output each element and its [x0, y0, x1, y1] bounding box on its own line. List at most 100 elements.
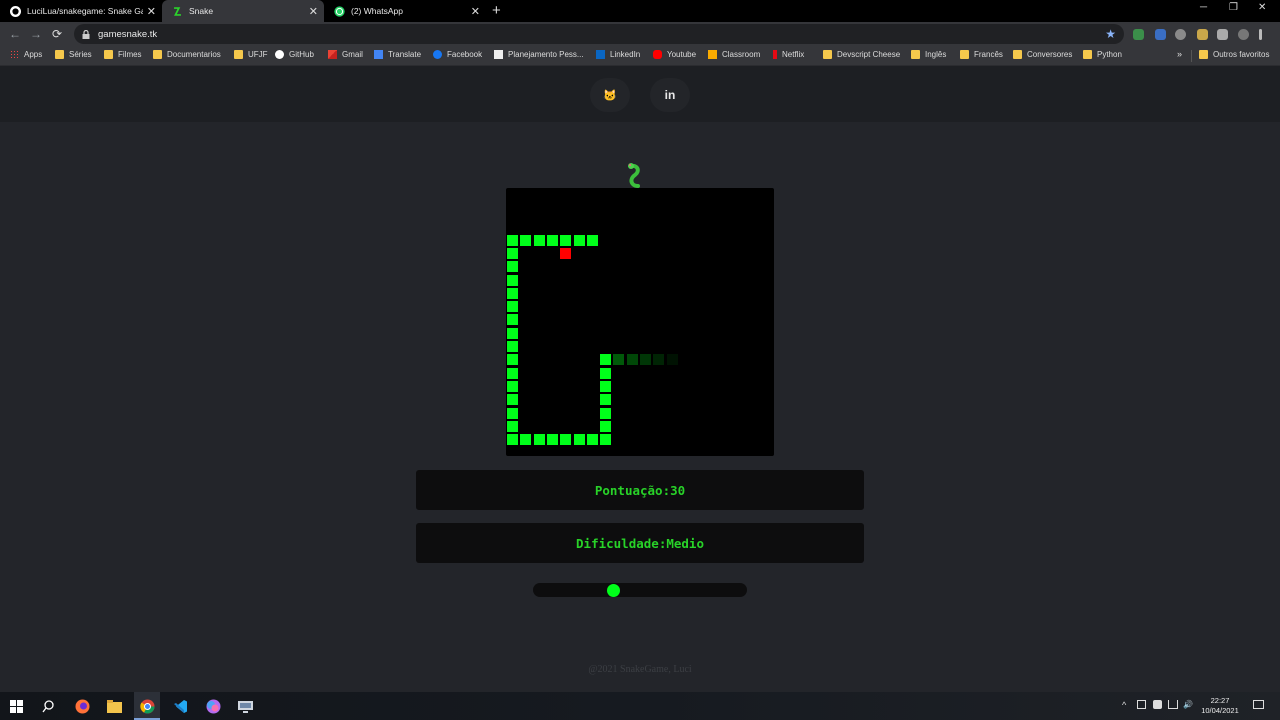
bookmark-ufjf[interactable]: UFJF — [234, 50, 268, 59]
minimize-button[interactable]: ─ — [1200, 2, 1207, 13]
vscode-icon[interactable] — [172, 698, 188, 714]
tab-snake[interactable]: Snake ✕ — [162, 0, 324, 22]
chrome-icon[interactable] — [139, 698, 155, 714]
bookmark-label: Outros favoritos — [1213, 50, 1270, 59]
bookmark-conversores[interactable]: Conversores — [1013, 50, 1072, 59]
search-icon[interactable] — [40, 698, 56, 714]
tab-whatsapp[interactable]: (2) WhatsApp ✕ — [324, 0, 486, 22]
snake-segment — [507, 434, 518, 446]
bookmark-classroom[interactable]: Classroom — [708, 50, 760, 59]
tab-label: Snake — [189, 6, 214, 16]
reload-button[interactable]: ⟳ — [52, 27, 62, 41]
snake-segment — [507, 394, 518, 406]
netflix-icon — [773, 50, 777, 59]
bookmark-netflix[interactable]: Netflix — [773, 50, 804, 59]
folder-icon — [153, 50, 162, 59]
dropbox-icon[interactable] — [1153, 700, 1162, 709]
bookmark-facebook[interactable]: Facebook — [433, 50, 482, 59]
profile-avatar-icon[interactable] — [1238, 29, 1249, 40]
game-board[interactable] — [506, 188, 774, 456]
snake-segment — [507, 380, 518, 392]
extension-shield-icon[interactable] — [1133, 29, 1144, 40]
bookmark-linkedin[interactable]: LinkedIn — [596, 50, 640, 59]
snake-segment — [507, 301, 518, 313]
color-app-icon[interactable] — [205, 698, 221, 714]
linkedin-icon — [596, 50, 605, 59]
bookmark-label: Filmes — [118, 50, 142, 59]
snake-segment — [507, 247, 518, 259]
windows-taskbar: ^ 🔊 22:27 10/04/2021 — [0, 692, 1280, 720]
bookmark-star-icon[interactable]: ★ — [1105, 27, 1116, 41]
bookmark-label: LinkedIn — [610, 50, 641, 59]
notifications-icon[interactable] — [1253, 700, 1264, 709]
snake-segment — [507, 327, 518, 339]
tab-close-icon[interactable]: ✕ — [147, 5, 156, 18]
bookmark-translate[interactable]: Translate — [374, 50, 421, 59]
difficulty-slider[interactable] — [533, 583, 747, 597]
network-icon[interactable] — [1168, 700, 1178, 709]
tab-github[interactable]: LuciLua/snakegame: Snake Game ✕ — [0, 0, 162, 22]
bookmark-series[interactable]: Séries — [55, 50, 92, 59]
snake-segment — [600, 434, 612, 446]
file-explorer-icon[interactable] — [106, 698, 122, 714]
restore-button[interactable]: ❐ — [1229, 2, 1238, 13]
volume-icon[interactable]: 🔊 — [1183, 700, 1193, 709]
snake-segment — [520, 234, 532, 246]
extension-crop-icon[interactable] — [1197, 29, 1208, 40]
youtube-icon — [653, 50, 662, 59]
extensions-puzzle-icon[interactable] — [1217, 29, 1228, 40]
address-bar[interactable]: gamesnake.tk ★ — [74, 24, 1124, 44]
bookmarks-bar: Apps Séries Filmes Documentarios UFJF Gi… — [0, 46, 1280, 66]
browser-toolbar: ← → ⟳ gamesnake.tk ★ — [0, 22, 1280, 46]
extension-pen-icon[interactable] — [1155, 29, 1166, 40]
folder-icon — [1199, 50, 1208, 59]
bookmark-planejamento[interactable]: Planejamento Pess... — [494, 50, 584, 59]
url-text: gamesnake.tk — [98, 28, 158, 40]
bookmark-label: Devscript Cheese — [837, 50, 901, 59]
bookmark-filmes[interactable]: Filmes — [104, 50, 142, 59]
bookmark-label: Python — [1097, 50, 1122, 59]
snake-trail-fade — [613, 354, 625, 366]
new-tab-button[interactable]: + — [492, 2, 501, 19]
site-header: 🐱 in — [0, 66, 1280, 122]
extension-circle-icon[interactable] — [1175, 29, 1186, 40]
bookmark-github[interactable]: GitHub — [275, 50, 314, 59]
tray-app-icon[interactable] — [1137, 700, 1146, 709]
firefox-icon[interactable] — [74, 698, 90, 714]
forward-button[interactable]: → — [30, 27, 42, 41]
menu-kebab-icon[interactable] — [1259, 29, 1262, 40]
difficulty-slider-thumb[interactable] — [607, 584, 621, 597]
snake-segment — [507, 287, 518, 299]
bookmark-gmail[interactable]: Gmail — [328, 50, 363, 59]
bookmark-label: Facebook — [447, 50, 483, 59]
footer-text: @2021 SnakeGame, Luci — [588, 664, 692, 675]
snake-segment — [507, 354, 518, 366]
snake-segment — [586, 234, 598, 246]
bookmark-other-favorites[interactable]: Outros favoritos — [1199, 50, 1269, 59]
bookmark-ingles[interactable]: Inglês — [911, 50, 946, 59]
bookmark-python[interactable]: Python — [1083, 50, 1122, 59]
tab-close-icon[interactable]: ✕ — [471, 5, 480, 18]
github-icon — [10, 5, 21, 17]
bookmark-label: Planejamento Pess... — [508, 50, 584, 59]
tray-expand-icon[interactable]: ^ — [1122, 700, 1126, 710]
bookmark-apps[interactable]: Apps — [10, 50, 42, 59]
folder-icon — [234, 50, 243, 59]
system-clock[interactable]: 22:27 10/04/2021 — [1198, 696, 1242, 716]
bookmark-frances[interactable]: Francês — [960, 50, 1003, 59]
windows-start-icon[interactable] — [8, 698, 24, 714]
bookmark-youtube[interactable]: Youtube — [653, 50, 696, 59]
tab-close-icon[interactable]: ✕ — [309, 5, 318, 18]
snake-segment — [507, 234, 518, 246]
github-link[interactable]: 🐱 — [590, 78, 630, 112]
back-button[interactable]: ← — [9, 27, 21, 41]
close-window-button[interactable]: ✕ — [1258, 2, 1266, 13]
bookmark-documentarios[interactable]: Documentarios — [153, 50, 221, 59]
monitor-app-icon[interactable] — [237, 698, 253, 714]
linkedin-link[interactable]: in — [650, 78, 690, 112]
bookmark-label: UFJF — [248, 50, 268, 59]
bookmark-devscript[interactable]: Devscript Cheese — [823, 50, 900, 59]
bookmarks-overflow-button[interactable]: » — [1177, 49, 1182, 59]
snake-segment — [600, 394, 612, 406]
clock-date: 10/04/2021 — [1201, 706, 1239, 715]
